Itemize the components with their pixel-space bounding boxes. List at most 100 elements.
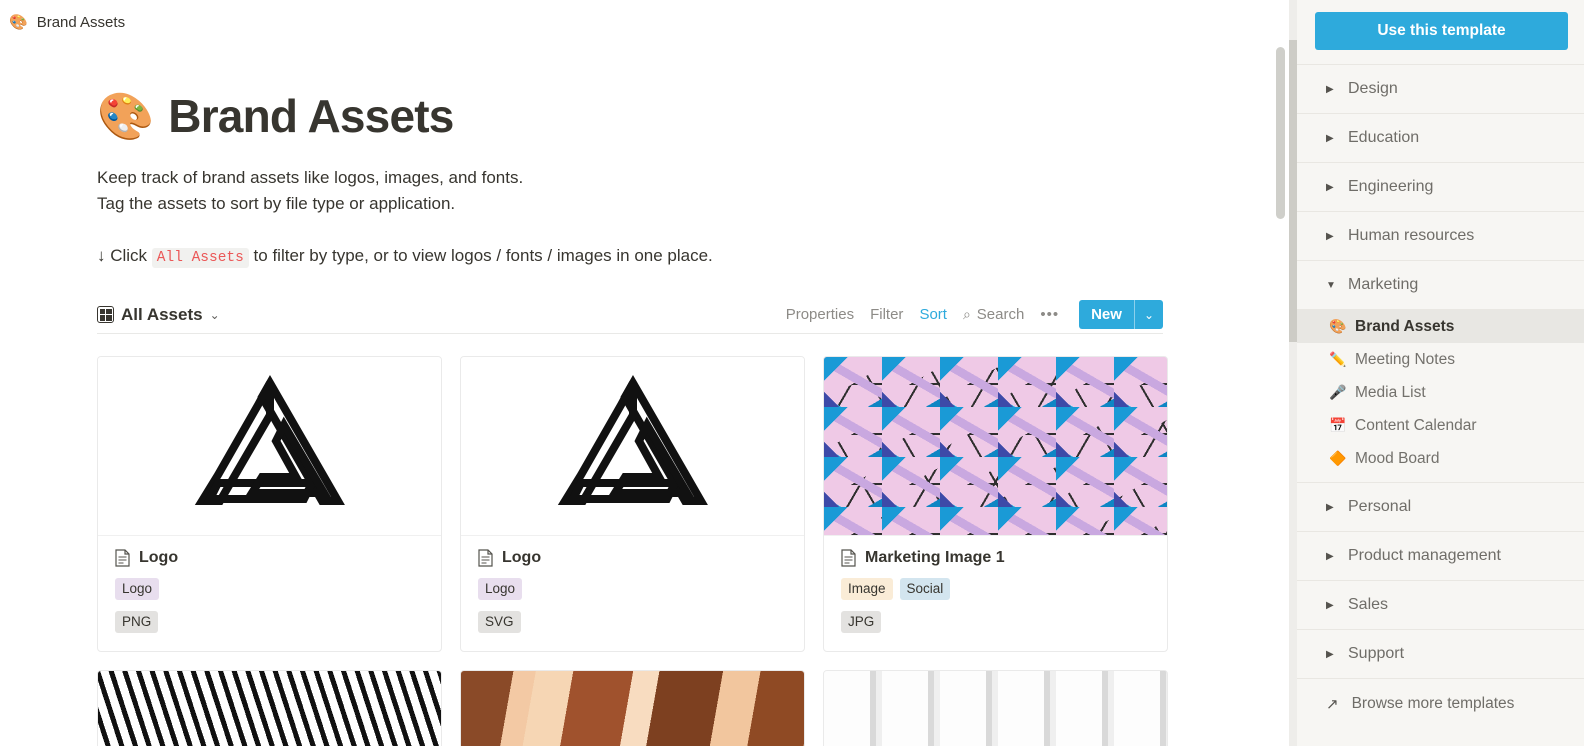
card-body: Logo Logo PNG <box>98 535 441 651</box>
new-button-label: New <box>1091 306 1122 323</box>
document-icon <box>115 549 130 567</box>
sidebar-item-meeting-notes[interactable]: ✏️ Meeting Notes <box>1297 343 1584 376</box>
asset-card[interactable] <box>460 670 805 746</box>
chevron-right-icon: ▶ <box>1326 181 1334 193</box>
category-label: Engineering <box>1348 178 1434 195</box>
use-template-wrap: Use this template <box>1297 0 1584 64</box>
tag-category[interactable]: Social <box>899 578 951 600</box>
sidebar-item-media-list[interactable]: 🎤 Media List <box>1297 376 1584 409</box>
document-icon <box>841 549 856 567</box>
chevron-right-icon: ▶ <box>1326 648 1334 660</box>
sidebar-item-label: Meeting Notes <box>1355 350 1455 368</box>
sidebar-category-human-resources[interactable]: ▶ Human resources <box>1297 211 1584 260</box>
category-label: Education <box>1348 129 1420 146</box>
more-options-icon[interactable]: ••• <box>1040 306 1059 323</box>
category-label: Design <box>1348 80 1398 97</box>
document-icon <box>478 549 493 567</box>
sidebar-category-engineering[interactable]: ▶ Engineering <box>1297 162 1584 211</box>
card-cover-image <box>98 671 441 746</box>
category-label: Marketing <box>1348 276 1419 293</box>
asset-card[interactable]: Logo Logo SVG <box>460 356 805 652</box>
page-header: 🎨 Brand Assets <box>97 89 1288 143</box>
search-label: Search <box>976 306 1025 323</box>
chevron-down-icon: ⌄ <box>209 307 220 322</box>
page-palette-emoji[interactable]: 🎨 <box>97 93 154 139</box>
card-filetype-row: SVG <box>478 611 787 633</box>
page-title[interactable]: Brand Assets <box>168 89 454 143</box>
sidebar-category-product-management[interactable]: ▶ Product management <box>1297 531 1584 580</box>
view-selector[interactable]: All Assets ⌄ <box>97 305 220 325</box>
sidebar-category-design[interactable]: ▶ Design <box>1297 64 1584 113</box>
category-label: Product management <box>1348 547 1501 564</box>
marketing-template-list: 🎨 Brand Assets ✏️ Meeting Notes 🎤 Media … <box>1297 309 1584 482</box>
main-content: 🎨 Brand Assets Keep track of brand asset… <box>0 44 1288 746</box>
search-icon: ⌕ <box>962 306 971 322</box>
properties-button[interactable]: Properties <box>786 306 854 323</box>
hint-code-chip: All Assets <box>151 248 249 268</box>
tag-filetype[interactable]: PNG <box>115 611 159 633</box>
database-toolbar: All Assets ⌄ Properties Filter Sort ⌕ Se… <box>97 296 1163 334</box>
asset-gallery: Logo Logo PNG Logo Logo SVG Marketing Im… <box>97 356 1169 746</box>
chevron-right-icon: ▶ <box>1326 132 1334 144</box>
page-description: Keep track of brand assets like logos, i… <box>97 165 1288 271</box>
asset-card[interactable] <box>97 670 442 746</box>
card-filetype-row: JPG <box>841 611 1150 633</box>
category-label: Sales <box>1348 596 1389 613</box>
asset-card[interactable]: Logo Logo PNG <box>97 356 442 652</box>
description-line-1: Keep track of brand assets like logos, i… <box>97 168 524 187</box>
browse-more-templates-link[interactable]: ↗ Browse more templates <box>1297 678 1584 728</box>
card-tag-row: Image Social <box>841 578 1150 600</box>
main-scrollbar-thumb[interactable] <box>1276 47 1285 219</box>
pencil-emoji: ✏️ <box>1329 351 1347 367</box>
hint-prefix: ↓ Click <box>97 246 148 265</box>
chevron-right-icon: ▶ <box>1326 230 1334 242</box>
description-line-2: Tag the assets to sort by file type or a… <box>97 194 456 213</box>
sidebar-item-label: Brand Assets <box>1355 317 1455 335</box>
use-this-template-button[interactable]: Use this template <box>1315 12 1568 50</box>
card-title-row: Logo <box>478 549 787 567</box>
page-container: 🎨 Brand Assets Keep track of brand asset… <box>0 44 1288 746</box>
view-name-label: All Assets <box>121 304 203 324</box>
sidebar-item-label: Content Calendar <box>1355 416 1477 434</box>
sidebar-category-personal[interactable]: ▶ Personal <box>1297 482 1584 531</box>
sidebar-item-mood-board[interactable]: 🔶 Mood Board <box>1297 442 1584 475</box>
sidebar-item-brand-assets[interactable]: 🎨 Brand Assets <box>1297 310 1584 343</box>
penrose-triangle-logo-icon <box>194 374 345 505</box>
tag-category[interactable]: Image <box>841 578 893 600</box>
breadcrumb-title[interactable]: Brand Assets <box>37 14 125 31</box>
sidebar-item-label: Mood Board <box>1355 449 1440 467</box>
card-filetype-row: PNG <box>115 611 424 633</box>
category-label: Human resources <box>1348 227 1475 244</box>
card-cover-image <box>461 671 804 746</box>
chevron-right-icon: ▶ <box>1326 550 1334 562</box>
sidebar-category-education[interactable]: ▶ Education <box>1297 113 1584 162</box>
tag-category[interactable]: Logo <box>478 578 523 600</box>
asset-card[interactable] <box>823 670 1168 746</box>
card-cover-image <box>461 357 804 535</box>
calendar-emoji: 📅 <box>1329 417 1347 433</box>
new-button[interactable]: New ⌄ <box>1079 300 1163 329</box>
card-body: Logo Logo SVG <box>461 535 804 651</box>
card-tag-row: Logo <box>115 578 424 600</box>
card-title: Logo <box>139 549 179 566</box>
new-button-chevron-down-icon[interactable]: ⌄ <box>1135 300 1163 329</box>
sort-button[interactable]: Sort <box>919 306 947 323</box>
filter-button[interactable]: Filter <box>870 306 903 323</box>
sidebar-category-support[interactable]: ▶ Support <box>1297 629 1584 678</box>
gallery-view-icon <box>97 306 114 323</box>
tag-category[interactable]: Logo <box>115 578 160 600</box>
sidebar-category-sales[interactable]: ▶ Sales <box>1297 580 1584 629</box>
asset-card[interactable]: Marketing Image 1 Image Social JPG <box>823 356 1168 652</box>
card-tag-row: Logo <box>478 578 787 600</box>
card-title: Logo <box>502 549 542 566</box>
search-button[interactable]: ⌕ Search <box>963 306 1024 323</box>
card-title-row: Marketing Image 1 <box>841 549 1150 567</box>
chevron-right-icon: ▶ <box>1326 501 1334 513</box>
sidebar-category-marketing[interactable]: ▼ Marketing <box>1297 260 1584 309</box>
hint-suffix: to filter by type, or to view logos / fo… <box>253 246 713 265</box>
sidebar-item-content-calendar[interactable]: 📅 Content Calendar <box>1297 409 1584 442</box>
browse-more-templates-label: Browse more templates <box>1351 694 1515 712</box>
tag-filetype[interactable]: SVG <box>478 611 521 633</box>
tag-filetype[interactable]: JPG <box>841 611 882 633</box>
sidebar-scrollbar-thumb[interactable] <box>1289 40 1297 342</box>
